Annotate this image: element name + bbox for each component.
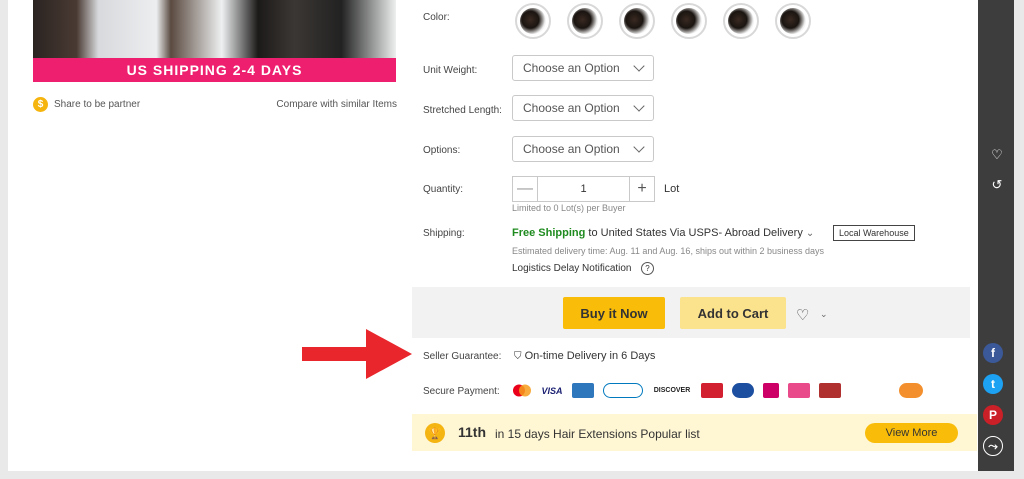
- product-image[interactable]: [33, 0, 396, 58]
- share-link-icon[interactable]: ⤳: [983, 436, 1003, 456]
- ideal-icon: [763, 383, 779, 398]
- payment-methods: VISA DISCOVER: [512, 383, 923, 398]
- mastercard-icon: [512, 383, 532, 398]
- quantity-limit: Limited to 0 Lot(s) per Buyer: [512, 203, 626, 213]
- floating-sidebar: ♡ ↺: [978, 0, 1014, 471]
- seller-guarantee-label: Seller Guarantee:: [423, 351, 502, 362]
- secure-seal-icon: [899, 383, 923, 398]
- view-more-button[interactable]: View More: [865, 423, 958, 443]
- trophy-icon: 🏆: [425, 423, 445, 443]
- buy-now-button[interactable]: Buy it Now: [563, 297, 665, 329]
- coin-icon: $: [33, 97, 48, 112]
- discover-icon: DISCOVER: [653, 387, 691, 394]
- color-swatch[interactable]: [567, 3, 603, 39]
- color-swatch[interactable]: [775, 3, 811, 39]
- stretched-length-value: Choose an Option: [523, 101, 620, 115]
- increase-quantity-button[interactable]: +: [629, 177, 654, 201]
- seller-guarantee-value: ⛉ On-time Delivery in 6 Days: [514, 350, 655, 362]
- color-swatch[interactable]: [619, 3, 655, 39]
- local-warehouse-badge: Local Warehouse: [833, 225, 915, 241]
- color-label: Color:: [423, 12, 450, 23]
- help-icon[interactable]: ?: [641, 262, 654, 275]
- unionpay-icon: [701, 383, 723, 398]
- twitter-icon[interactable]: t: [983, 374, 1003, 394]
- options-label: Options:: [423, 145, 461, 156]
- color-swatch[interactable]: [515, 3, 551, 39]
- quantity-input[interactable]: 1: [538, 177, 629, 201]
- history-icon[interactable]: ↺: [988, 176, 1006, 194]
- shipping-to: to: [588, 227, 598, 239]
- rank-number: 11th: [458, 424, 487, 440]
- chevron-down-icon[interactable]: ⌄: [806, 228, 814, 239]
- free-shipping-text: Free Shipping: [512, 227, 586, 239]
- shipping-banner: US SHIPPING 2-4 DAYS: [33, 58, 396, 82]
- chevron-down-icon: [633, 60, 645, 72]
- stretched-length-label: Stretched Length:: [423, 105, 502, 116]
- shield-clock-icon: ⛉: [514, 351, 522, 362]
- unit-weight-value: Choose an Option: [523, 61, 620, 75]
- shipping-destination-dropdown[interactable]: United States Via USPS- Abroad Delivery: [601, 227, 803, 239]
- chevron-down-icon: [633, 141, 645, 153]
- options-value: Choose an Option: [523, 142, 620, 156]
- share-label: Share to be partner: [54, 99, 141, 110]
- sofort-icon: [788, 383, 810, 398]
- annotation-arrow-icon: [302, 329, 412, 379]
- delivery-estimate: Estimated delivery time: Aug. 11 and Aug…: [512, 246, 825, 256]
- wishlist-heart-icon[interactable]: ♡: [796, 306, 809, 324]
- amex-icon: [572, 383, 594, 398]
- visa-icon: VISA: [541, 385, 563, 396]
- quantity-unit: Lot: [664, 183, 680, 195]
- stretched-length-select[interactable]: Choose an Option: [512, 95, 654, 121]
- bank-transfer-icon: [819, 383, 841, 398]
- quantity-stepper: — 1 +: [512, 176, 655, 202]
- options-select[interactable]: Choose an Option: [512, 136, 654, 162]
- shipping-label: Shipping:: [423, 228, 465, 239]
- compare-similar-link[interactable]: Compare with similar Items: [276, 99, 397, 110]
- facebook-icon[interactable]: f: [983, 343, 1003, 363]
- chevron-down-icon: [633, 100, 645, 112]
- guarantee-text: On-time Delivery in 6 Days: [524, 350, 656, 362]
- unit-weight-select[interactable]: Choose an Option: [512, 55, 654, 81]
- rank-description: in 15 days Hair Extensions Popular list: [495, 427, 700, 441]
- pinterest-icon[interactable]: P: [983, 405, 1003, 425]
- wishlist-dropdown-icon[interactable]: ⌄: [820, 309, 828, 320]
- logistics-delay-link[interactable]: Logistics Delay Notification: [512, 263, 632, 274]
- maestro-icon: [732, 383, 754, 398]
- color-swatch[interactable]: [671, 3, 707, 39]
- secure-payment-label: Secure Payment:: [423, 386, 500, 397]
- geotrust-icon: [850, 383, 890, 398]
- quantity-label: Quantity:: [423, 184, 464, 195]
- diners-club-icon: [603, 383, 643, 398]
- share-row: $ Share to be partner Compare with simil…: [33, 97, 397, 112]
- shipping-line: Free Shipping to United States Via USPS-…: [512, 227, 814, 239]
- favorites-heart-icon[interactable]: ♡: [988, 146, 1006, 164]
- add-to-cart-button[interactable]: Add to Cart: [680, 297, 786, 329]
- share-to-partner-link[interactable]: $ Share to be partner: [33, 97, 140, 112]
- decrease-quantity-button[interactable]: —: [513, 177, 538, 201]
- color-swatch[interactable]: [723, 3, 759, 39]
- unit-weight-label: Unit Weight:: [423, 65, 478, 76]
